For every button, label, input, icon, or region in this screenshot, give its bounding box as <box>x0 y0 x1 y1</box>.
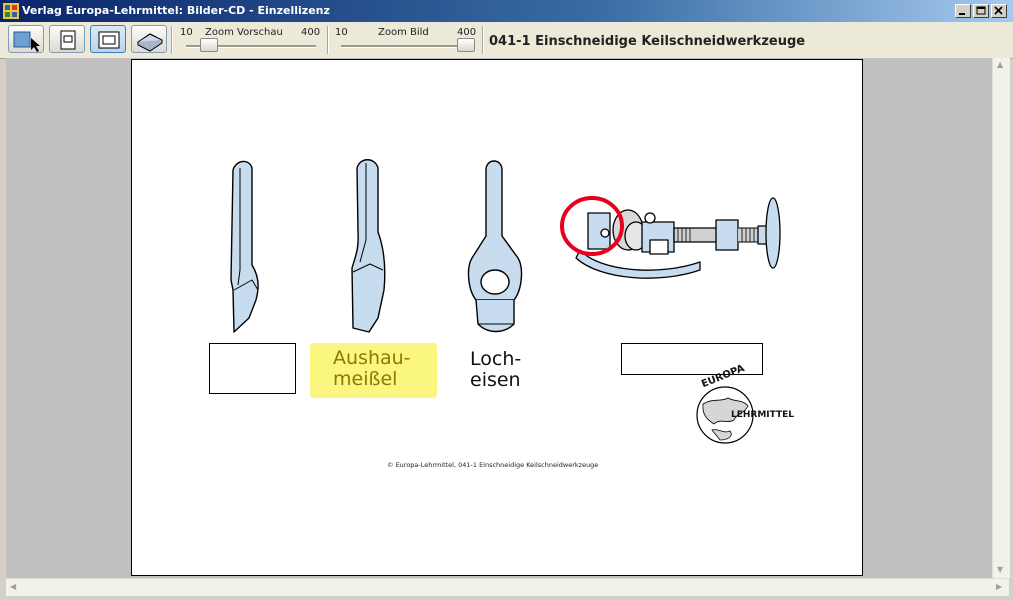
figure-caption: © Europa-Lehrmittel, 041-1 Einschneidige… <box>387 461 599 469</box>
hole-punch-drawing <box>467 160 523 333</box>
aushau-chisel-drawing <box>351 159 386 333</box>
label-tool-3: Loch- eisen <box>470 348 522 391</box>
flat-chisel-drawing <box>230 160 259 333</box>
pipe-cutter-drawing <box>575 197 781 279</box>
logo-text-lehrmittel: LEHRMITTEL <box>731 410 795 420</box>
label-box-tool-1[interactable] <box>209 343 296 394</box>
tool-illustrations <box>230 159 781 444</box>
label-tool-2: Aushau- meißel <box>333 347 411 390</box>
